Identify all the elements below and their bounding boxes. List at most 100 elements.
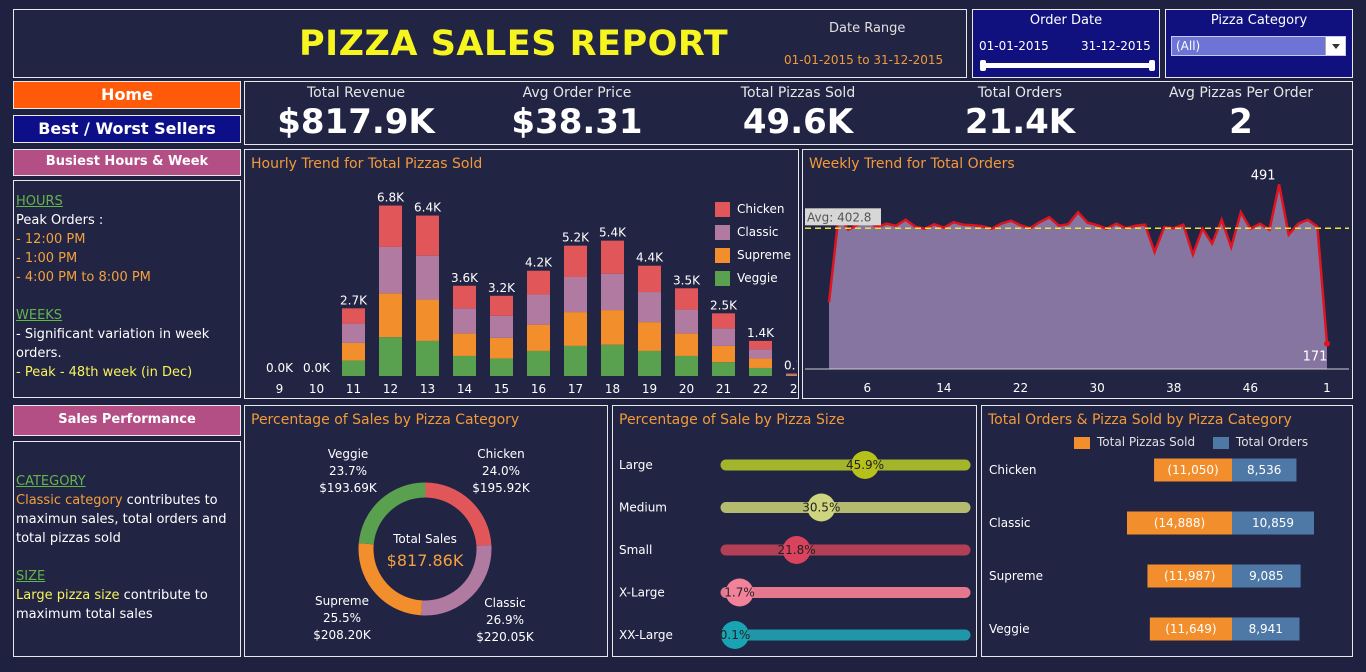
hourly-total-label-17: 5.2K (562, 231, 590, 245)
donut-label-name-classic: Classic (484, 596, 526, 610)
pizza-category-selected: (All) (1176, 39, 1201, 53)
weeks-line-2: orders. (16, 346, 62, 361)
hourly-bar-veggie-17 (564, 345, 587, 376)
size-pct-chart: Large 45.9% Medium 30.5% Small 21.8% X-Large 1.… (619, 451, 971, 649)
kpi-total-revenue-value: $817.9K (277, 102, 435, 142)
hourly-total-label-19: 4.4K (636, 251, 664, 265)
date-range-label: Date Range (829, 21, 906, 36)
size-value-x-large: 1.7% (724, 586, 755, 600)
peak-hour-3: - 4:00 PM to 8:00 PM (16, 270, 151, 285)
hourly-x-tick-22: 22 (753, 382, 768, 396)
hourly-bar-veggie-18 (601, 344, 624, 376)
weekly-min-point (1324, 340, 1330, 347)
peak-hour-1: - 12:00 PM (16, 232, 86, 247)
kpi-avg-order-price-label: Avg Order Price (522, 85, 632, 101)
size-line-1: Large pizza size contribute to (16, 586, 238, 605)
catord-orders-value-veggie: 8,941 (1249, 622, 1283, 636)
hourly-bar-classic-23 (786, 374, 797, 375)
category-orders-chart: Chicken (11,050) 8,536 Classic (14,888) 10,85… (989, 458, 1314, 641)
chevron-down-icon[interactable] (1325, 37, 1345, 55)
hourly-bar-classic-15 (490, 315, 513, 338)
best-worst-sellers-label: Best / Worst Sellers (38, 119, 216, 138)
weeks-title: WEEKS (16, 308, 63, 323)
catord-orders-value-classic: 10,859 (1252, 516, 1294, 530)
legend-chicken: Chicken (715, 198, 791, 221)
busiest-header: Busiest Hours & Week (13, 149, 241, 176)
hourly-x-tick-14: 14 (457, 382, 472, 396)
donut-center-value: $817.86K (387, 551, 464, 570)
order-date-end: 31-12-2015 (1081, 39, 1151, 53)
hourly-bar-chicken-17 (564, 245, 587, 277)
hourly-bar-supreme-16 (527, 324, 550, 351)
weekly-x-tick-38: 38 (1166, 381, 1181, 395)
busiest-header-label: Busiest Hours & Week (45, 154, 209, 169)
hourly-x-tick-20: 20 (679, 382, 694, 396)
size-label-medium: Medium (619, 501, 667, 515)
best-worst-sellers-button[interactable]: Best / Worst Sellers (13, 115, 241, 143)
kpi-total-revenue-label: Total Revenue (306, 85, 406, 101)
catord-pizzas-sold-value-chicken: (11,050) (1167, 463, 1218, 477)
size-title: SIZE (16, 569, 46, 584)
sales-performance-notes: CATEGORY Classic category contributes to… (13, 441, 241, 657)
weekly-min-label: 171 (1303, 350, 1328, 365)
hourly-bar-supreme-17 (564, 312, 587, 346)
hourly-bar-chicken-23 (786, 373, 797, 375)
donut-label-pct-veggie: 23.7% (329, 464, 367, 478)
category-rest-1: contributes to (122, 493, 218, 508)
sales-performance-header: Sales Performance (13, 405, 241, 436)
size-label-large: Large (619, 458, 653, 472)
kpi-total-orders-value: 21.4K (964, 102, 1076, 142)
donut-label-value-veggie: $193.69K (319, 481, 378, 495)
hourly-bar-classic-12 (379, 246, 402, 294)
hourly-bar-chicken-16 (527, 270, 550, 295)
legend-classic: Classic (715, 221, 791, 244)
hourly-bar-classic-16 (527, 294, 550, 325)
weekly-x-tick-46: 46 (1243, 381, 1258, 395)
category-line-2: maximun sales, total orders and (16, 512, 227, 527)
home-button[interactable]: Home (13, 81, 241, 109)
order-date-filter[interactable]: Order Date 01-01-2015 31-12-2015 (972, 9, 1160, 78)
hourly-bar-classic-22 (749, 349, 772, 359)
date-slider-end-handle[interactable] (1149, 60, 1155, 71)
hourly-legend: Chicken Classic Supreme Veggie (715, 198, 791, 290)
hourly-bar-veggie-19 (638, 350, 661, 376)
kpi-avg-pizzas-per-order-label: Avg Pizzas Per Order (1169, 85, 1313, 101)
kpi-avg-order-price-value: $38.31 (511, 102, 643, 142)
hourly-bar-classic-20 (675, 309, 698, 334)
hourly-bar-supreme-18 (601, 310, 624, 345)
hourly-bar-supreme-13 (416, 299, 439, 341)
weekly-x-tick-6: 6 (863, 381, 871, 395)
legend-chicken-swatch (715, 202, 730, 217)
hourly-bar-supreme-23 (786, 374, 797, 376)
catord-pizzas-sold-value-veggie: (11,649) (1165, 622, 1216, 636)
hourly-bar-chicken-14 (453, 285, 476, 309)
hourly-bar-classic-21 (712, 328, 735, 346)
legend-classic-swatch (715, 225, 730, 240)
pizza-category-label: Pizza Category (1210, 13, 1308, 28)
category-orders-panel: Total Orders & Pizza Sold by Pizza Categ… (981, 405, 1353, 657)
hourly-total-label-21: 2.5K (710, 298, 738, 312)
hourly-bar-veggie-23 (786, 375, 797, 376)
donut-label-pct-classic: 26.9% (486, 613, 524, 627)
weekly-trend-chart: Avg: 402.8 491 171 6 14 22 30 38 46 1 (805, 168, 1349, 395)
order-date-label: Order Date (1029, 13, 1103, 28)
category-title: CATEGORY (16, 474, 86, 489)
pizza-category-select[interactable]: (All) (1171, 36, 1346, 56)
hourly-bar-classic-18 (601, 273, 624, 311)
hourly-total-label-16: 4.2K (525, 256, 553, 270)
date-slider-start-handle[interactable] (980, 60, 986, 71)
hourly-bar-veggie-12 (379, 337, 402, 376)
size-value-xx-large: 0.1% (720, 628, 751, 642)
hourly-bar-chicken-21 (712, 313, 735, 329)
hourly-bar-supreme-20 (675, 333, 698, 356)
hourly-total-label-12: 6.8K (377, 191, 405, 205)
legend-chicken-label: Chicken (737, 202, 785, 216)
date-slider-track[interactable] (983, 63, 1153, 68)
hourly-bar-veggie-11 (342, 360, 365, 376)
catord-orders-value-chicken: 8,536 (1247, 463, 1281, 477)
hourly-x-tick-17: 17 (568, 382, 583, 396)
donut-label-name-veggie: Veggie (328, 447, 369, 461)
hourly-bar-chicken-19 (638, 265, 661, 293)
weekly-max-label: 491 (1251, 168, 1276, 183)
catord-label-chicken: Chicken (989, 463, 1036, 477)
